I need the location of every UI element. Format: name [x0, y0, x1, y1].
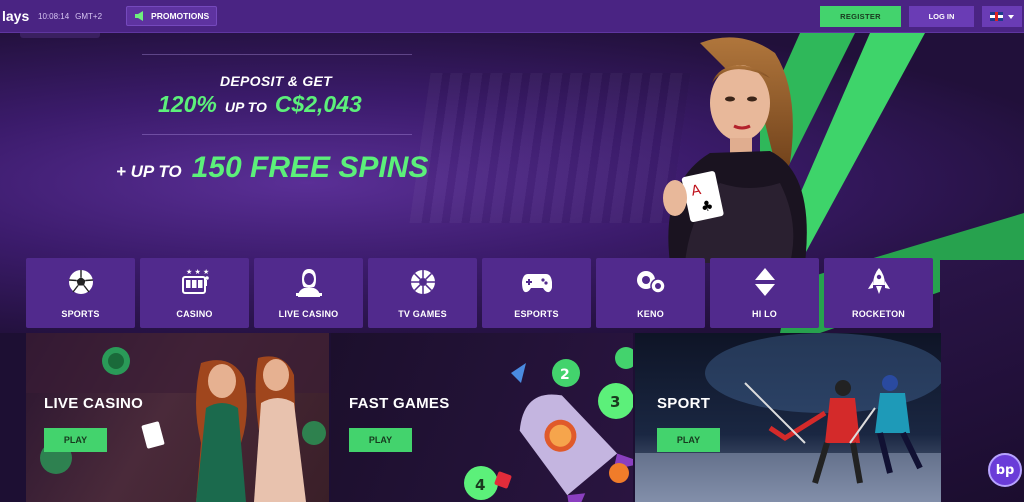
hero-tab-remnant	[20, 33, 100, 38]
play-sport-button[interactable]: PLAY	[657, 428, 720, 452]
hockey-illustration	[635, 333, 941, 502]
svg-text:3: 3	[610, 393, 620, 411]
bonus-percent: 120%	[158, 91, 217, 117]
category-keno[interactable]: KENO	[596, 258, 705, 328]
rocket-illustration: 2 3 4	[464, 347, 633, 502]
woman-with-cards-illustration: A ♣	[663, 37, 807, 263]
site-logo[interactable]: lays	[2, 8, 34, 24]
category-rocketon[interactable]: ROCKETON	[824, 258, 933, 328]
category-label: ROCKETON	[852, 309, 905, 319]
svg-text:2: 2	[560, 367, 570, 383]
chevron-down-icon	[1008, 14, 1014, 19]
soccer-ball-icon	[66, 267, 96, 297]
bonus-amount: C$2,043	[274, 91, 362, 117]
category-bar: SPORTS ★ ★ ★ CASINO LIVE CASINO TV GAMES…	[26, 258, 933, 328]
tile-title: LIVE CASINO	[44, 395, 144, 412]
spins-line: + UP TO 150 FREE SPINS	[116, 151, 428, 185]
svg-text:4: 4	[475, 476, 485, 494]
login-button[interactable]: LOG IN	[909, 6, 974, 27]
megaphone-icon	[135, 11, 144, 21]
promotions-label: PROMOTIONS	[151, 11, 210, 21]
promo-tiles: LIVE CASINO PLAY 2 3 4 FAST GAMES PLAY S…	[26, 333, 941, 502]
category-hi-lo[interactable]: HI LO	[710, 258, 819, 328]
top-bar: lays 10:08:14 GMT+2 PROMOTIONS REGISTER …	[0, 0, 1024, 33]
bonus-line: 120% UP TO C$2,043	[158, 91, 362, 118]
flag-uk-icon	[990, 12, 1003, 21]
tile-sport[interactable]: SPORT PLAY	[635, 333, 941, 502]
free-spins-text: 150 FREE SPINS	[191, 151, 429, 184]
category-tv-games[interactable]: TV GAMES	[368, 258, 477, 328]
category-label: CASINO	[176, 309, 213, 319]
category-label: HI LO	[752, 309, 777, 319]
roulette-wheel-icon	[408, 267, 438, 297]
tile-title: FAST GAMES	[349, 395, 450, 412]
play-live-casino-button[interactable]: PLAY	[44, 428, 107, 452]
language-selector[interactable]	[982, 6, 1022, 27]
hi-lo-arrows-icon	[750, 267, 780, 297]
category-label: ESPORTS	[514, 309, 559, 319]
divider-top	[142, 54, 412, 55]
category-label: TV GAMES	[398, 309, 447, 319]
gamepad-icon	[521, 267, 552, 297]
play-fast-games-button[interactable]: PLAY	[349, 428, 412, 452]
category-label: KENO	[637, 309, 664, 319]
spins-prefix: + UP TO	[116, 162, 182, 181]
promotions-button[interactable]: PROMOTIONS	[126, 6, 218, 26]
bonus-upto: UP TO	[224, 99, 267, 115]
category-live-casino[interactable]: LIVE CASINO	[254, 258, 363, 328]
category-sports[interactable]: SPORTS	[26, 258, 135, 328]
category-casino[interactable]: ★ ★ ★ CASINO	[140, 258, 249, 328]
clock-time: 10:08:14	[38, 11, 70, 21]
svg-text:★ ★ ★: ★ ★ ★	[186, 268, 209, 276]
tile-title: SPORT	[657, 395, 711, 412]
slot-machine-icon: ★ ★ ★	[180, 267, 210, 297]
timezone-label: GMT+2	[75, 11, 103, 21]
live-casino-illustration	[26, 333, 329, 502]
category-label: SPORTS	[61, 309, 100, 319]
keno-balls-icon	[636, 267, 666, 297]
category-esports[interactable]: ESPORTS	[482, 258, 591, 328]
chat-widget-button[interactable]: bp	[988, 453, 1022, 487]
deposit-heading: DEPOSIT & GET	[220, 73, 333, 89]
tile-fast-games[interactable]: 2 3 4 FAST GAMES PLAY	[331, 333, 633, 502]
divider-bottom	[142, 134, 412, 135]
tile-live-casino[interactable]: LIVE CASINO PLAY	[26, 333, 329, 502]
dealer-icon	[294, 267, 324, 297]
category-label: LIVE CASINO	[278, 309, 339, 319]
rocket-icon	[864, 267, 894, 297]
register-button[interactable]: REGISTER	[820, 6, 901, 27]
